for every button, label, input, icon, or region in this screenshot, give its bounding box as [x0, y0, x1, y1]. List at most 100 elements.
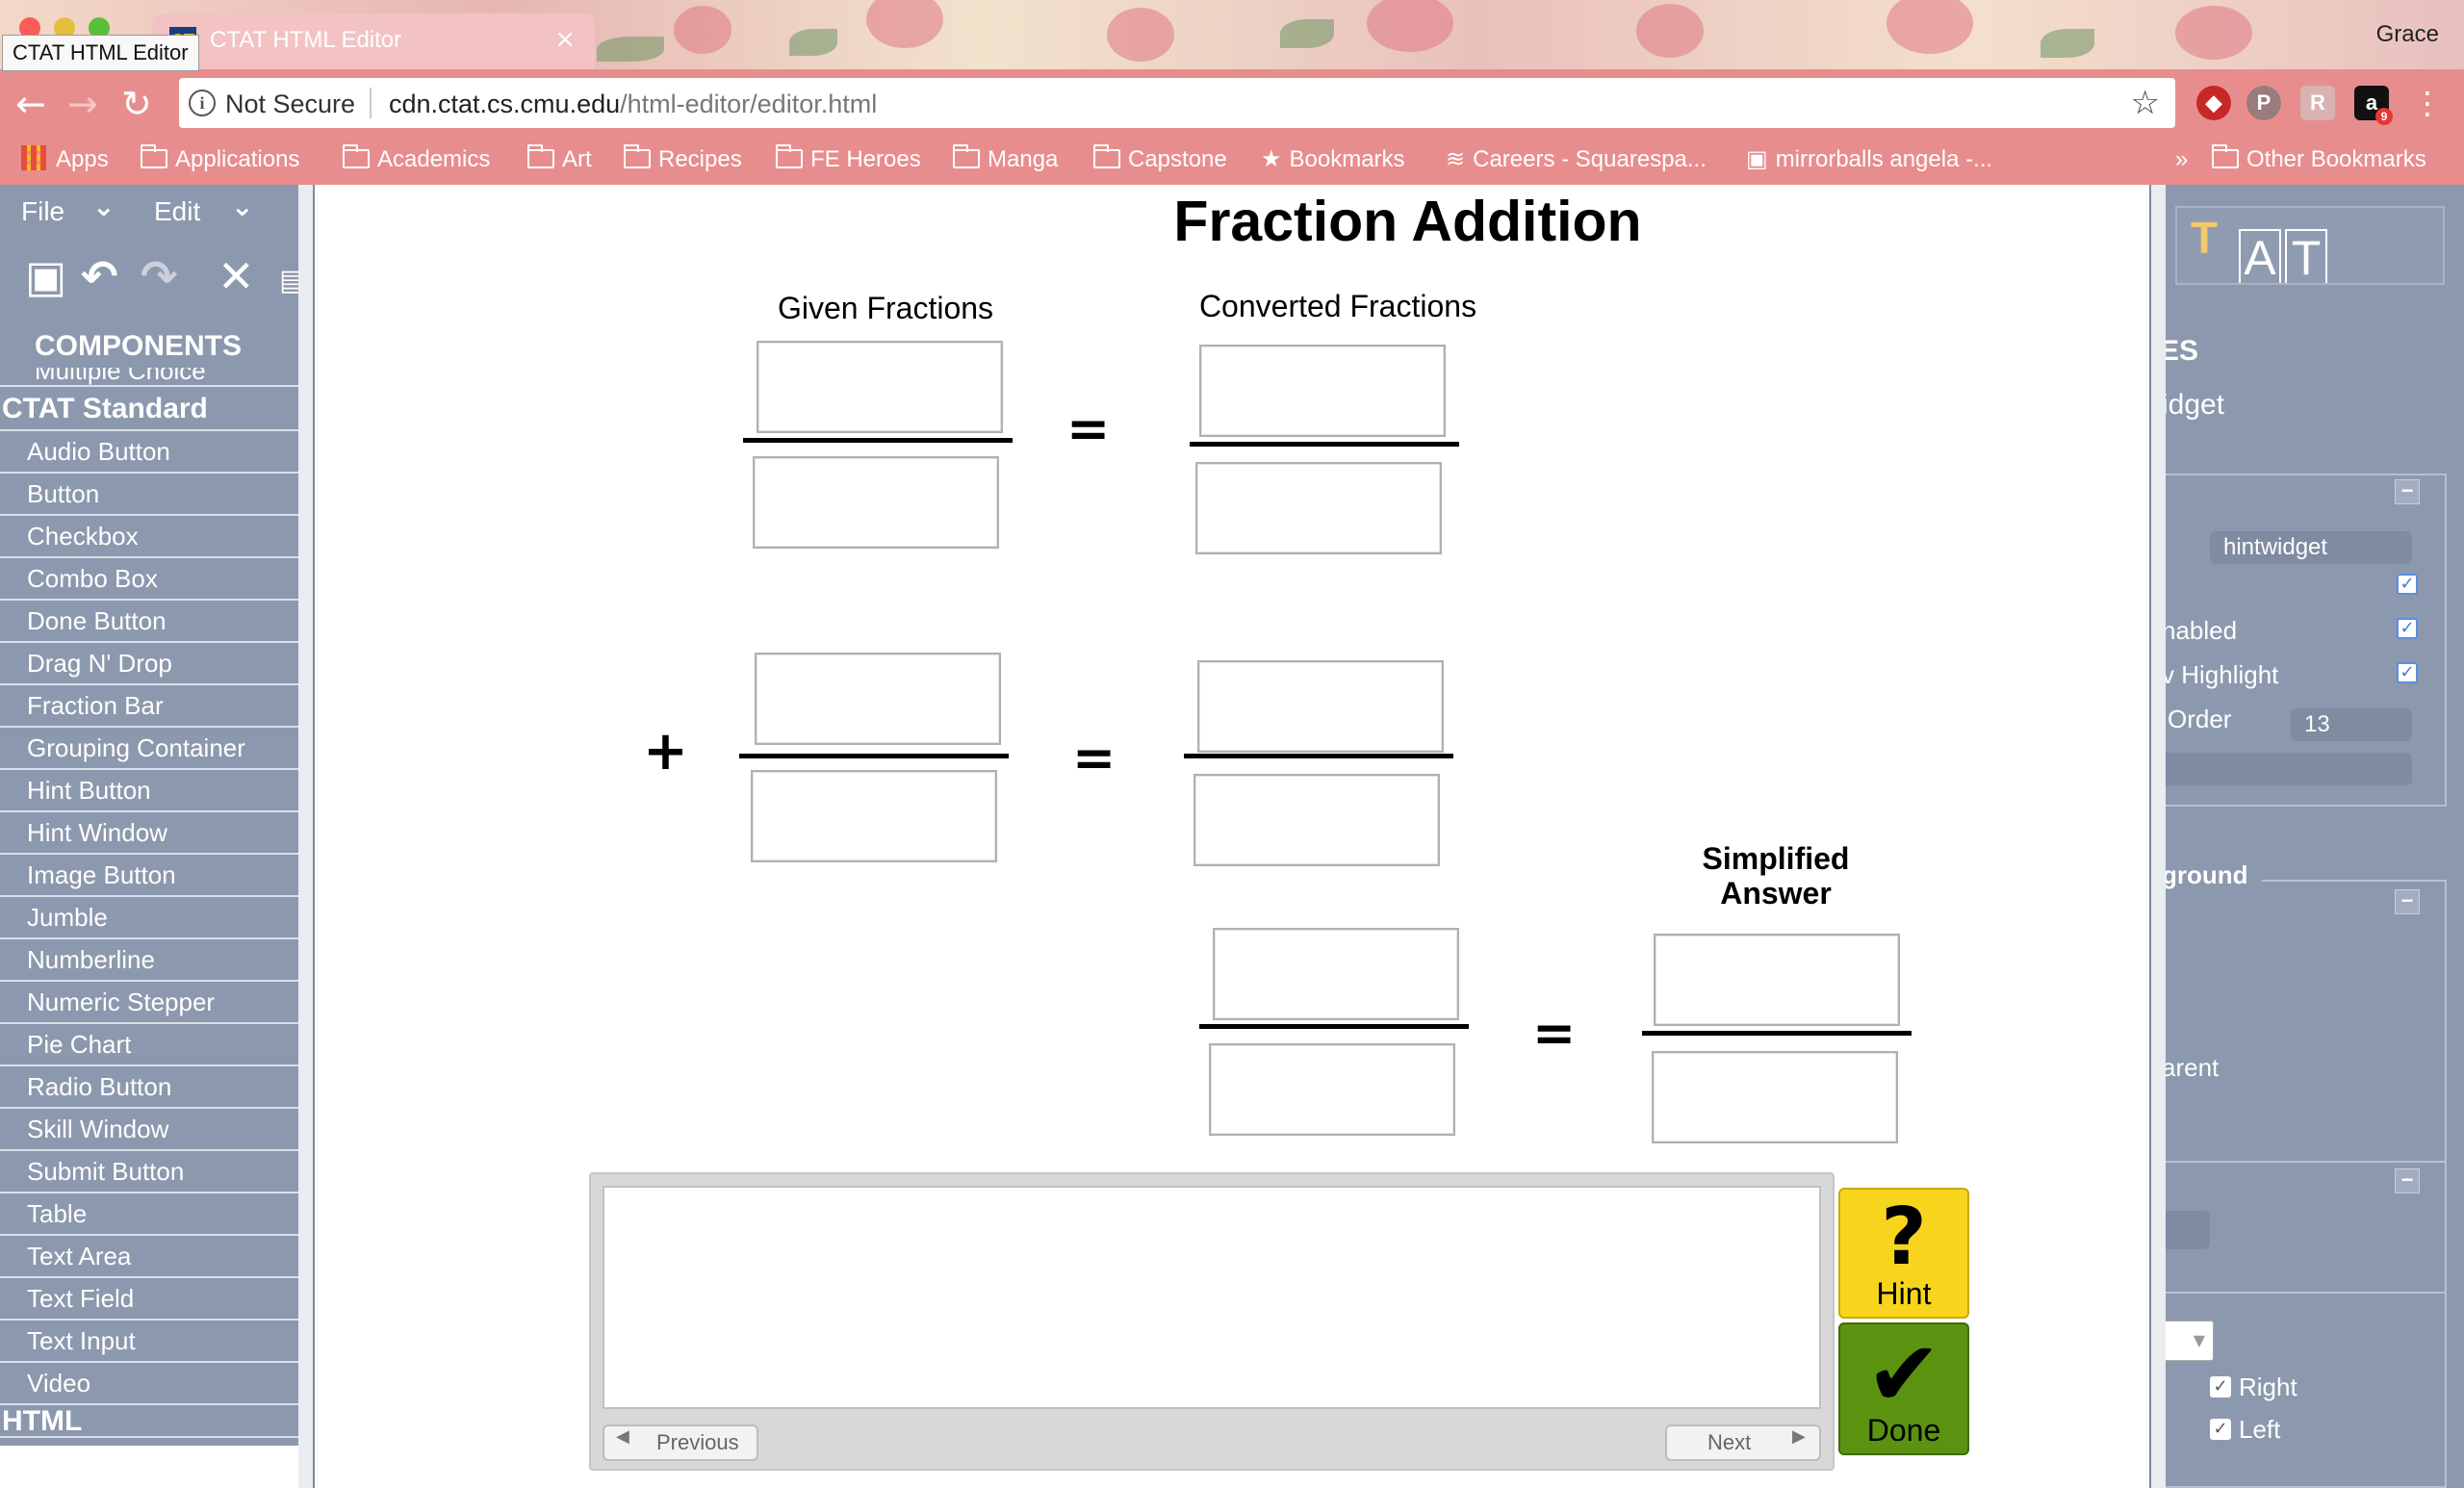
- delete-icon[interactable]: ✕: [218, 250, 255, 302]
- redo-icon[interactable]: ↷: [141, 250, 178, 302]
- profile-name[interactable]: Grace: [2376, 21, 2439, 48]
- undo-icon[interactable]: ↶: [81, 250, 118, 302]
- menu-edit[interactable]: Edit: [154, 196, 200, 227]
- extension-icon[interactable]: R: [2300, 86, 2335, 120]
- left-checkbox[interactable]: ✓: [2210, 1419, 2231, 1440]
- checkbox-checked[interactable]: ✓: [2397, 574, 2418, 595]
- bookmark-academics[interactable]: Academics: [343, 142, 490, 177]
- component-item[interactable]: Radio Button: [0, 1066, 298, 1109]
- url-text[interactable]: cdn.ctat.cs.cmu.edu/html-editor/editor.h…: [389, 90, 877, 119]
- empty-property-field[interactable]: [2166, 1211, 2210, 1249]
- bookmarks-overflow-icon[interactable]: »: [2175, 142, 2188, 177]
- save-icon[interactable]: ▣: [25, 250, 66, 302]
- component-item[interactable]: Submit Button: [0, 1151, 298, 1193]
- given2-denominator-input[interactable]: [751, 770, 997, 862]
- hint-button[interactable]: ? Hint: [1838, 1188, 1969, 1319]
- fraction-bar: [1199, 1024, 1469, 1029]
- hint-next-button[interactable]: Next ▶: [1665, 1424, 1821, 1461]
- bookmark-applications[interactable]: Applications: [141, 142, 299, 177]
- converted2-denominator-input[interactable]: [1194, 774, 1440, 866]
- category-ctat-standard[interactable]: CTAT Standard: [0, 387, 298, 431]
- minimize-icon[interactable]: −: [2395, 889, 2420, 914]
- component-item[interactable]: Checkbox: [0, 516, 298, 558]
- wallpaper-flower: [674, 6, 732, 54]
- tab-order-field[interactable]: 13: [2291, 708, 2412, 741]
- bookmark-art[interactable]: Art: [527, 142, 592, 177]
- empty-property-field[interactable]: [2166, 753, 2412, 785]
- component-item[interactable]: Fraction Bar: [0, 685, 298, 728]
- bookmark-star-icon[interactable]: ☆: [2131, 84, 2160, 122]
- browser-tab[interactable]: CT CTAT HTML Editor ×: [152, 13, 595, 69]
- converted1-numerator-input[interactable]: [1199, 345, 1446, 437]
- bookmark-bookmarks[interactable]: ★ Bookmarks: [1261, 142, 1405, 177]
- component-item[interactable]: Numberline: [0, 939, 298, 982]
- given2-numerator-input[interactable]: [755, 653, 1001, 745]
- pinterest-icon[interactable]: P: [2246, 86, 2281, 120]
- component-item[interactable]: Done Button: [0, 601, 298, 643]
- given1-numerator-input[interactable]: [757, 341, 1003, 433]
- minimize-icon[interactable]: −: [2395, 1168, 2420, 1193]
- address-bar[interactable]: i Not Secure cdn.ctat.cs.cmu.edu/html-ed…: [179, 78, 2175, 128]
- security-label: Not Secure: [225, 90, 356, 118]
- simplified-denominator-input[interactable]: [1652, 1051, 1898, 1143]
- list-item[interactable]: Multiple Choice: [0, 368, 298, 387]
- info-icon[interactable]: i: [189, 90, 216, 116]
- chevron-down-icon[interactable]: ⌄: [231, 191, 253, 222]
- bookmark-mirrorballs[interactable]: ▣ mirrorballs angela -...: [1746, 142, 1992, 177]
- category-html[interactable]: HTML: [0, 1405, 298, 1438]
- component-item[interactable]: Audio Button: [0, 431, 298, 474]
- dropdown-select[interactable]: ▼: [2166, 1321, 2214, 1361]
- chevron-down-icon[interactable]: ⌄: [92, 191, 115, 222]
- component-item[interactable]: Combo Box: [0, 558, 298, 601]
- reload-icon[interactable]: ↻: [121, 83, 152, 125]
- more-tools-icon[interactable]: ▤: [279, 264, 298, 297]
- bookmark-capstone[interactable]: Capstone: [1093, 142, 1227, 177]
- component-item[interactable]: Hint Window: [0, 812, 298, 855]
- component-item[interactable]: Numeric Stepper: [0, 982, 298, 1024]
- minimize-icon[interactable]: −: [2395, 479, 2420, 504]
- browser-menu-icon[interactable]: ⋮: [2412, 85, 2443, 121]
- component-item[interactable]: Pie Chart: [0, 1024, 298, 1066]
- component-item[interactable]: Image Button: [0, 855, 298, 897]
- sum-numerator-input[interactable]: [1213, 928, 1459, 1020]
- simplified-numerator-input[interactable]: [1654, 934, 1900, 1026]
- sum-denominator-input[interactable]: [1209, 1043, 1455, 1136]
- highlight-checkbox[interactable]: ✓: [2397, 662, 2418, 683]
- wallpaper-flower: [1367, 0, 1453, 52]
- right-checkbox[interactable]: ✓: [2210, 1376, 2231, 1398]
- done-button[interactable]: ✔ Done: [1838, 1322, 1969, 1455]
- wallpaper-flower: [1886, 0, 1973, 54]
- bookmark-fe-heroes[interactable]: FE Heroes: [776, 142, 921, 177]
- tab-tooltip: CTAT HTML Editor: [2, 35, 199, 71]
- hint-text-area[interactable]: [603, 1186, 1821, 1409]
- component-item[interactable]: Drag N' Drop: [0, 643, 298, 685]
- hint-previous-button[interactable]: ◀ Previous: [603, 1424, 758, 1461]
- component-item[interactable]: Skill Window: [0, 1109, 298, 1151]
- component-item[interactable]: Hint Button: [0, 770, 298, 812]
- bookmark-recipes[interactable]: Recipes: [624, 142, 742, 177]
- bookmark-manga[interactable]: Manga: [953, 142, 1058, 177]
- tab-close-icon[interactable]: ×: [554, 25, 576, 54]
- forward-arrow-icon[interactable]: →: [67, 83, 98, 125]
- component-item[interactable]: Text Area: [0, 1236, 298, 1278]
- component-item[interactable]: Button: [0, 474, 298, 516]
- menu-file[interactable]: File: [21, 196, 64, 227]
- enabled-checkbox[interactable]: ✓: [2397, 618, 2418, 639]
- component-item[interactable]: Jumble: [0, 897, 298, 939]
- component-item[interactable]: Text Field: [0, 1278, 298, 1321]
- component-item[interactable]: Video: [0, 1363, 298, 1405]
- converted2-numerator-input[interactable]: [1197, 660, 1444, 753]
- bookmark-label: Art: [562, 146, 592, 172]
- back-arrow-icon[interactable]: ←: [15, 83, 46, 125]
- component-item[interactable]: Table: [0, 1193, 298, 1236]
- component-item[interactable]: Grouping Container: [0, 728, 298, 770]
- converted1-denominator-input[interactable]: [1195, 462, 1442, 554]
- id-field[interactable]: hintwidget: [2210, 531, 2412, 564]
- next-arrow-icon: ▶: [1792, 1426, 1806, 1447]
- component-item[interactable]: Text Input: [0, 1321, 298, 1363]
- ublock-icon[interactable]: ◆: [2196, 86, 2231, 120]
- bookmark-apps[interactable]: Apps: [21, 142, 109, 177]
- bookmark-other[interactable]: Other Bookmarks: [2212, 142, 2426, 177]
- given1-denominator-input[interactable]: [753, 456, 999, 549]
- bookmark-careers[interactable]: ≋ Careers - Squarespa...: [1446, 142, 1707, 177]
